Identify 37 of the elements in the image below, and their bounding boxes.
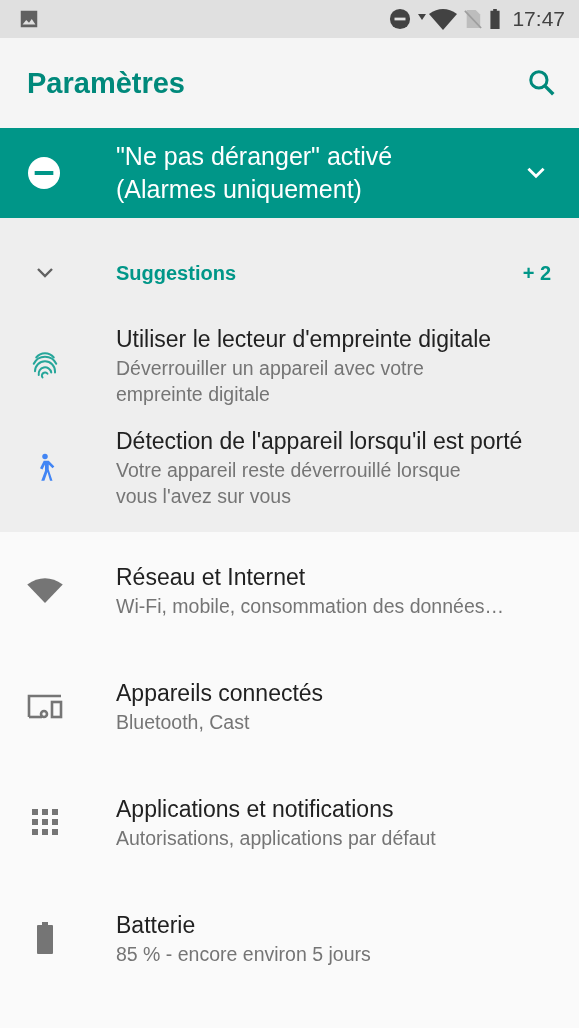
settings-item[interactable]: Appareils connectés Bluetooth, Cast [0, 648, 579, 764]
suggestion-subtitle: Déverrouiller un appareil avec votre empreinte digitale [116, 356, 425, 407]
setting-title: Applications et notifications [116, 795, 395, 824]
do-not-disturb-banner[interactable]: "Ne pas déranger" activé (Alarmes uniquement) [0, 128, 579, 218]
suggestion-item[interactable]: Utiliser le lecteur d'empreinte digitale Déverrouiller un appareil avec votre empreinte digitale [0, 314, 579, 416]
page-title: Paramètres [27, 66, 185, 100]
do-not-disturb-icon [28, 157, 60, 189]
setting-subtitle: 85 % - encore environ 5 jours [116, 942, 371, 967]
section-header: Suggestions [116, 261, 237, 285]
do-not-disturb-icon [389, 8, 412, 30]
suggestion-title: Détection de l'appareil lorsqu'il est porté [116, 427, 523, 456]
settings-item[interactable]: Batterie 85 % - encore environ 5 jours [0, 880, 579, 996]
devices-icon [27, 692, 63, 720]
clock: 17:47 [512, 7, 565, 31]
suggestion-subtitle: Votre appareil reste déverrouillé lorsque vous l'avez sur vous [116, 458, 462, 509]
suggestion-item[interactable]: Détection de l'appareil lorsqu'il est porté Votre appareil reste déverrouillé lorsque vous l'avez sur vous [0, 416, 579, 518]
setting-subtitle: Bluetooth, Cast [116, 710, 251, 735]
setting-title: Appareils connectés [116, 679, 324, 708]
setting-subtitle: Autorisations, applications par défaut [116, 826, 436, 851]
fingerprint-icon [30, 350, 60, 380]
search-icon[interactable] [527, 68, 557, 98]
settings-item[interactable]: Applications et notifications Autorisations, applications par défaut [0, 764, 579, 880]
banner-subtitle: (Alarmes uniquement) [116, 174, 363, 205]
settings-item[interactable]: Réseau et Internet Wi-Fi, mobile, consommation des données… [0, 532, 579, 648]
image-icon [18, 8, 40, 30]
setting-title: Réseau et Internet [116, 563, 307, 592]
setting-title: Batterie [116, 911, 197, 940]
no-sim-icon [464, 8, 483, 30]
wifi-icon [26, 576, 64, 604]
setting-subtitle: Wi-Fi, mobile, consommation des données… [116, 594, 504, 619]
apps-grid-icon [31, 808, 59, 836]
battery-icon [489, 8, 502, 30]
caret-icon [418, 13, 427, 21]
wifi-icon [429, 8, 458, 30]
banner-title: "Ne pas déranger" activé [116, 141, 394, 172]
suggestion-title: Utiliser le lecteur d'empreinte digitale [116, 325, 492, 354]
battery-icon [36, 921, 54, 955]
